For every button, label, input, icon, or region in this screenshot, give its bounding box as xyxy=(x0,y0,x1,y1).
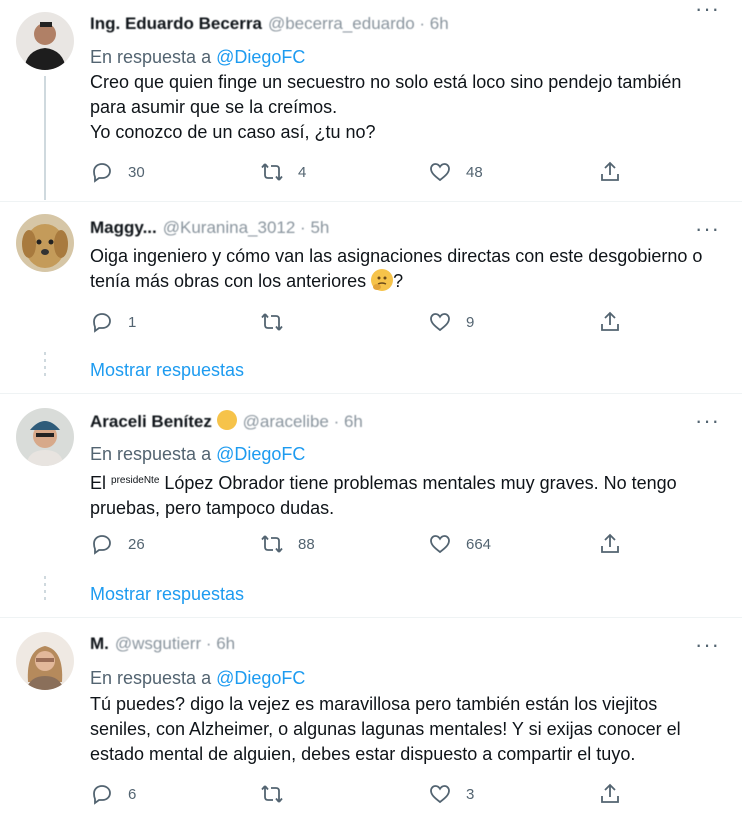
retweet-icon xyxy=(261,163,283,181)
author-name[interactable]: M. xyxy=(90,634,109,653)
tweet-text-end: ? xyxy=(393,271,404,291)
tweet-3[interactable]: Araceli Benítez @aracelibe · 6h ··· En r… xyxy=(0,394,742,616)
like-count: 3 xyxy=(466,785,475,803)
reply-icon xyxy=(93,163,111,183)
reply-context: En respuesta a @DiegoFC xyxy=(90,444,305,465)
like-count: 9 xyxy=(466,313,475,331)
avatar[interactable] xyxy=(16,12,74,70)
share-button[interactable] xyxy=(598,782,622,806)
tweet-header: Maggy... @Kuranina_3012 · 5h xyxy=(90,218,682,242)
tweet-actions: 6 3 xyxy=(90,782,742,812)
more-icon[interactable]: ··· xyxy=(695,410,720,432)
share-button[interactable] xyxy=(598,160,622,184)
reply-mention[interactable]: @DiegoFC xyxy=(216,444,305,464)
like-count: 48 xyxy=(466,163,483,181)
reply-icon xyxy=(93,313,111,333)
retweet-icon xyxy=(261,535,283,553)
more-icon[interactable]: ··· xyxy=(695,0,720,20)
author-name[interactable]: Ing. Eduardo Becerra xyxy=(90,14,262,33)
thread-line xyxy=(44,76,46,200)
thread-dots xyxy=(44,352,46,380)
reply-label: En respuesta a xyxy=(90,668,212,688)
reply-button[interactable]: 1 xyxy=(90,310,136,334)
tweet-header: Araceli Benítez @aracelibe · 6h xyxy=(90,410,682,434)
tweet-actions: 26 88 664 xyxy=(90,532,742,562)
avatar[interactable] xyxy=(16,632,74,690)
thread-dots xyxy=(44,576,46,604)
reply-count: 6 xyxy=(128,785,137,803)
tweet-4[interactable]: M. @wsgutierr · 6h ··· En respuesta a @Di… xyxy=(0,618,742,824)
share-icon xyxy=(601,161,619,181)
author-handle[interactable]: @aracelibe · 6h xyxy=(243,412,363,431)
reply-mention[interactable]: @DiegoFC xyxy=(216,668,305,688)
more-icon[interactable]: ··· xyxy=(695,634,720,656)
reply-button[interactable]: 30 xyxy=(90,160,145,184)
tweet-text: Tú puedes? digo la vejez es maravillosa … xyxy=(90,694,681,764)
author-handle[interactable]: @wsgutierr · 6h xyxy=(115,634,235,653)
like-count: 664 xyxy=(466,535,492,553)
reply-count: 30 xyxy=(128,163,145,181)
tweet-text: Oiga ingeniero y cómo van las asignacion… xyxy=(90,244,724,294)
heart-icon xyxy=(430,785,450,804)
reply-context: En respuesta a @DiegoFC xyxy=(90,668,305,689)
author-name[interactable]: Araceli Benítez xyxy=(90,412,212,431)
heart-icon xyxy=(430,535,450,554)
retweet-count: 88 xyxy=(298,535,315,553)
smile-emoji-icon xyxy=(216,410,237,430)
like-button[interactable]: 664 xyxy=(428,532,491,556)
tweet-header: M. @wsgutierr · 6h xyxy=(90,634,682,658)
tweet-text-prefix: El xyxy=(90,473,112,493)
like-button[interactable]: 3 xyxy=(428,782,474,806)
share-icon xyxy=(601,533,619,553)
heart-icon xyxy=(430,163,450,182)
share-button[interactable] xyxy=(598,532,622,556)
tweet-actions: 1 9 xyxy=(90,310,742,340)
tweet-1[interactable]: Ing. Eduardo Becerra @becerra_eduardo · 6… xyxy=(0,0,742,200)
reply-icon xyxy=(93,785,111,805)
retweet-count: 4 xyxy=(298,163,307,181)
heart-icon xyxy=(430,313,450,332)
show-replies-link[interactable]: Mostrar respuestas xyxy=(90,584,244,605)
like-button[interactable]: 9 xyxy=(428,310,474,334)
reply-button[interactable]: 26 xyxy=(90,532,145,556)
reply-label: En respuesta a xyxy=(90,47,212,67)
retweet-button[interactable]: 4 xyxy=(260,160,306,184)
tweet-2[interactable]: Maggy... @Kuranina_3012 · 5h ··· Oiga ing… xyxy=(0,202,742,392)
tweet-text: Creo que quien finge un secuestro no sol… xyxy=(90,72,682,142)
reply-label: En respuesta a xyxy=(90,444,212,464)
reply-button[interactable]: 6 xyxy=(90,782,136,806)
reply-context: En respuesta a @DiegoFC xyxy=(90,47,305,68)
avatar[interactable] xyxy=(16,408,74,466)
thinking-face-icon xyxy=(371,269,394,291)
tweet-actions: 30 4 48 xyxy=(90,160,742,190)
reply-count: 26 xyxy=(128,535,145,553)
share-icon xyxy=(601,311,619,331)
retweet-button[interactable] xyxy=(260,310,298,334)
share-icon xyxy=(601,783,619,803)
reply-count: 1 xyxy=(128,313,137,331)
share-button[interactable] xyxy=(598,310,622,334)
author-name[interactable]: Maggy... xyxy=(90,218,157,237)
retweet-button[interactable]: 88 xyxy=(260,532,315,556)
like-button[interactable]: 48 xyxy=(428,160,483,184)
reply-icon xyxy=(93,535,111,555)
retweet-button[interactable] xyxy=(260,782,298,806)
retweet-icon xyxy=(261,785,283,803)
tweet-text: El presideNte López Obrador tiene proble… xyxy=(90,468,724,521)
tweet-text-rest: López Obrador tiene problemas mentales m… xyxy=(90,473,677,518)
more-icon[interactable]: ··· xyxy=(695,218,720,240)
tweet-text-superscript: presideNte xyxy=(111,475,160,486)
reply-mention[interactable]: @DiegoFC xyxy=(216,47,305,67)
author-handle[interactable]: @Kuranina_3012 · 5h xyxy=(163,218,330,237)
tweet-header: Ing. Eduardo Becerra @becerra_eduardo · 6… xyxy=(90,14,682,38)
avatar[interactable] xyxy=(16,214,74,272)
retweet-icon xyxy=(261,313,283,331)
show-replies-link[interactable]: Mostrar respuestas xyxy=(90,360,244,381)
author-handle[interactable]: @becerra_eduardo · 6h xyxy=(268,14,449,33)
